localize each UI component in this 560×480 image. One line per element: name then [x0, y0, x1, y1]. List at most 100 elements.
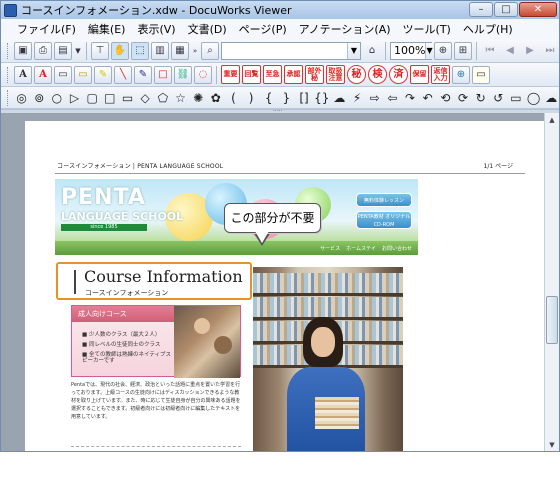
stamp-checked[interactable]: 検 — [368, 65, 387, 84]
brace-pair-icon[interactable]: {} — [314, 89, 330, 107]
sticky-note-icon[interactable]: ▭ — [54, 65, 72, 84]
link-icon[interactable]: ⛓ — [174, 65, 192, 84]
vertical-scrollbar[interactable]: ▲ ▼ — [544, 113, 559, 451]
circle-target-icon[interactable]: ⊚ — [31, 89, 47, 107]
maximize-button[interactable]: □ — [494, 2, 518, 17]
zoom-combo[interactable]: 100% ▼ — [390, 41, 433, 60]
paren-left-icon[interactable]: ( — [226, 89, 242, 107]
scroll-thumb[interactable] — [546, 296, 558, 344]
hand-tool-icon[interactable]: ✋ — [111, 41, 129, 60]
stamp-tool-icon[interactable]: ◌ — [194, 65, 212, 84]
burst-icon[interactable]: ✺ — [190, 89, 206, 107]
thumbnail-icon[interactable]: ▦ — [171, 41, 189, 60]
send-icon[interactable]: ▤ — [54, 41, 72, 60]
menu-view[interactable]: 表示(V) — [131, 21, 181, 37]
course-info-heading-box[interactable]: Course Information コースインフォメーション — [56, 262, 252, 300]
save-icon[interactable]: ▣ — [14, 41, 32, 60]
stamp-circulate[interactable]: 回覧 — [242, 65, 261, 84]
close-button[interactable]: ✕ — [519, 2, 557, 17]
cloud-icon[interactable]: ☁ — [332, 89, 348, 107]
nav-homestay[interactable]: ホームステイ — [346, 245, 376, 252]
line-icon[interactable]: ╲ — [114, 65, 132, 84]
find-icon[interactable]: ⌂ — [363, 42, 381, 60]
stamp-pending[interactable]: 保留 — [410, 65, 429, 84]
pen-icon[interactable]: ✎ — [134, 65, 152, 84]
speech-cloud-icon[interactable]: ☁ — [543, 89, 559, 107]
brace-left-icon[interactable]: { — [261, 89, 277, 107]
menu-annotation[interactable]: アノテーション(A) — [293, 21, 397, 37]
menu-page[interactable]: ページ(P) — [233, 21, 293, 37]
minimize-button[interactable]: – — [469, 2, 493, 17]
search-combo[interactable]: ▼ — [221, 41, 361, 60]
document-page[interactable]: コースインフォメーション | PENTA LANGUAGE SCHOOL 1/1… — [25, 121, 545, 451]
stamp-reply[interactable]: 返信入力 — [431, 65, 450, 84]
lightning-icon[interactable]: ⚡ — [349, 89, 365, 107]
annotation-select-icon[interactable]: ⬚ — [131, 41, 149, 60]
toolbar-grip[interactable] — [7, 42, 10, 59]
scroll-down-icon[interactable]: ▼ — [545, 438, 559, 451]
cdrom-button[interactable]: PENTA教材 オリジナル CD-ROM — [356, 211, 412, 229]
nav-contact[interactable]: お問い合わせ — [382, 245, 412, 252]
free-lesson-button[interactable]: 無料体験レッスン — [356, 193, 412, 207]
toolbar-grip[interactable] — [7, 66, 10, 83]
menu-document[interactable]: 文書(D) — [182, 21, 233, 37]
text-select-icon[interactable]: ⊤ — [91, 41, 109, 60]
speech-rect-icon[interactable]: ▭ — [508, 89, 524, 107]
stamp-done[interactable]: 済 — [389, 65, 408, 84]
globe-icon[interactable]: ⊕ — [452, 65, 470, 84]
rounded-rect-icon[interactable]: ▭ — [120, 89, 136, 107]
arrow-curve-left-icon[interactable]: ↶ — [420, 89, 436, 107]
circle-double-icon[interactable]: ◎ — [14, 89, 30, 107]
print-icon[interactable]: ⎙ — [34, 41, 52, 60]
diamond-icon[interactable]: ◇ — [137, 89, 153, 107]
stamp-secret[interactable]: 秘 — [347, 65, 366, 84]
square-icon[interactable]: ▢ — [84, 89, 100, 107]
blank-note-icon[interactable]: ▭ — [472, 65, 490, 84]
pentagon-icon[interactable]: ⬠ — [155, 89, 171, 107]
flower-icon[interactable]: ✿ — [208, 89, 224, 107]
last-page-icon[interactable]: ⏭ — [541, 42, 559, 60]
brace-right-icon[interactable]: } — [279, 89, 295, 107]
scroll-up-icon[interactable]: ▲ — [545, 113, 559, 128]
arrow-undo-icon[interactable]: ↺ — [490, 89, 506, 107]
binoculars-icon[interactable]: ⌕ — [201, 41, 219, 60]
stamp-approved[interactable]: 承認 — [284, 65, 303, 84]
menu-tools[interactable]: ツール(T) — [397, 21, 457, 37]
arrow-circle-icon[interactable]: ↻ — [473, 89, 489, 107]
bracket-pair-icon[interactable]: [] — [296, 89, 312, 107]
dropdown-arrow-icon[interactable]: ▼ — [74, 42, 82, 60]
nav-service[interactable]: サービス — [320, 245, 340, 252]
stamp-internal[interactable]: 部外秘 — [305, 65, 324, 84]
stamp-important[interactable]: 重要 — [221, 65, 240, 84]
more-arrow-icon[interactable]: » — [191, 42, 199, 60]
prev-page-icon[interactable]: ◀ — [501, 42, 519, 60]
page-view-icon[interactable]: ▥ — [151, 41, 169, 60]
sticky-note-yellow-icon[interactable]: ▭ — [74, 65, 92, 84]
arrow-right-icon[interactable]: ⇨ — [367, 89, 383, 107]
menu-help[interactable]: ヘルプ(H) — [457, 21, 519, 37]
text-black-icon[interactable]: A — [14, 65, 32, 84]
arrow-u-turn-icon[interactable]: ⟲ — [437, 89, 453, 107]
fit-page-icon[interactable]: ⊞ — [454, 41, 472, 60]
first-page-icon[interactable]: ⏮ — [481, 42, 499, 60]
triangle-icon[interactable]: ▷ — [67, 89, 83, 107]
annotation-callout[interactable]: この部分が不要 — [224, 203, 321, 233]
arrow-left-icon[interactable]: ⇦ — [385, 89, 401, 107]
next-page-icon[interactable]: ▶ — [521, 42, 539, 60]
square-outline-icon[interactable]: □ — [102, 89, 118, 107]
zoom-in-icon[interactable]: ⊕ — [434, 41, 452, 60]
toolbar-grip[interactable] — [7, 89, 10, 106]
star-icon[interactable]: ☆ — [173, 89, 189, 107]
stamp-urgent[interactable]: 至急 — [263, 65, 282, 84]
paren-right-icon[interactable]: ) — [243, 89, 259, 107]
title-bar[interactable]: コースインフォメーション.xdw - DocuWorks Viewer – □ … — [1, 1, 559, 19]
speech-round-icon[interactable]: ◯ — [526, 89, 542, 107]
menu-file[interactable]: ファイル(F) — [11, 21, 82, 37]
arrow-cycle-icon[interactable]: ⟳ — [455, 89, 471, 107]
rectangle-icon[interactable]: □ — [154, 65, 172, 84]
stamp-handle-with-care[interactable]: 取扱注意 — [326, 65, 345, 84]
arrow-curve-right-icon[interactable]: ↷ — [402, 89, 418, 107]
circle-icon[interactable]: ○ — [49, 89, 65, 107]
menu-edit[interactable]: 編集(E) — [82, 21, 132, 37]
highlighter-icon[interactable]: ✎ — [94, 65, 112, 84]
